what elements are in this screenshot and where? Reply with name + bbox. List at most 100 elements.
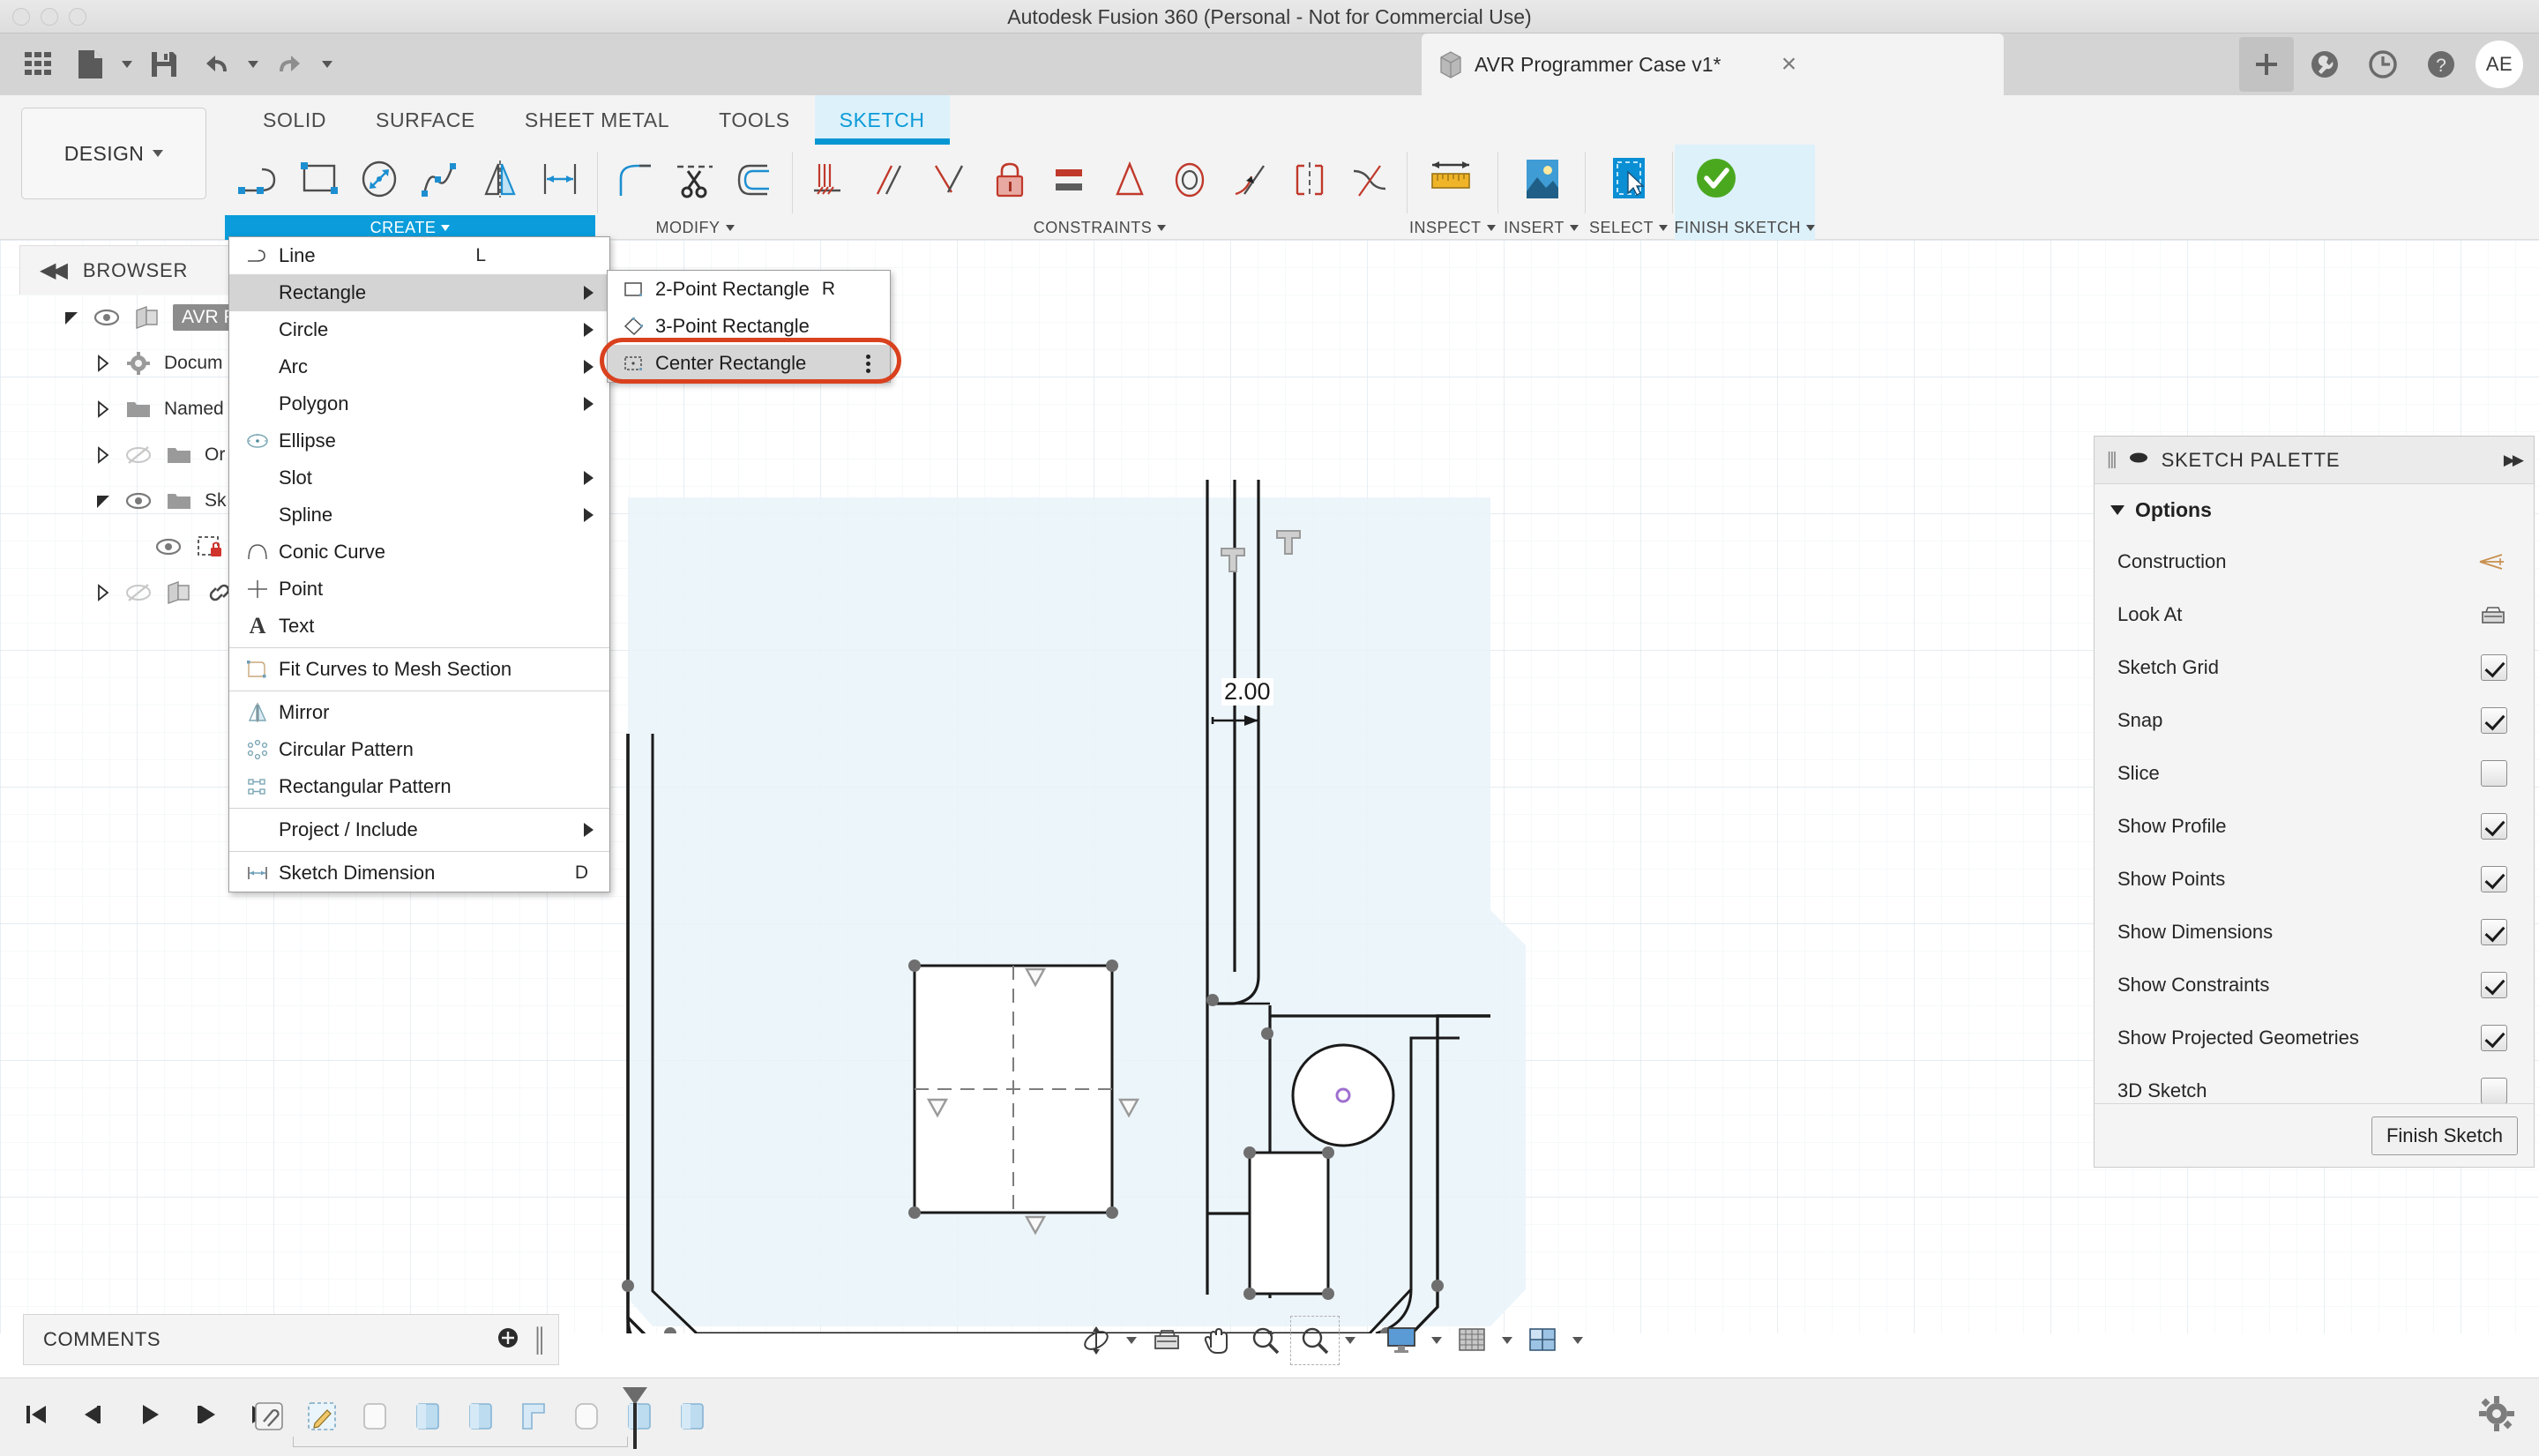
tab-tools[interactable]: TOOLS bbox=[694, 95, 815, 145]
fit-icon[interactable] bbox=[1290, 1316, 1340, 1365]
redo-icon[interactable] bbox=[266, 41, 314, 88]
sketch-dimension-icon[interactable] bbox=[532, 148, 588, 212]
horizontal-vertical-icon[interactable] bbox=[1101, 148, 1158, 212]
circle-icon[interactable] bbox=[352, 148, 408, 212]
menu-item-circle[interactable]: Circle bbox=[229, 311, 609, 348]
document-tab[interactable]: AVR Programmer Case v1* × bbox=[1422, 34, 2004, 95]
line-icon[interactable] bbox=[232, 148, 288, 212]
show-dimensions-checkbox[interactable] bbox=[2481, 919, 2507, 945]
menu-item-fit-curves-to-mesh-section[interactable]: Fit Curves to Mesh Section bbox=[229, 651, 609, 688]
insert-image-icon[interactable] bbox=[1507, 148, 1576, 212]
panel-select-title[interactable]: SELECT bbox=[1587, 215, 1670, 240]
fit-caret-icon[interactable] bbox=[1340, 1317, 1360, 1364]
menu-item-polygon[interactable]: Polygon bbox=[229, 385, 609, 422]
expand-panel-icon[interactable]: ▶▶ bbox=[2504, 452, 2524, 469]
attachment-feature-icon[interactable] bbox=[245, 1393, 293, 1440]
timeline-marker[interactable] bbox=[617, 1385, 653, 1455]
construction-line-icon[interactable] bbox=[2477, 550, 2507, 573]
option-row-show-projected-geometries[interactable]: Show Projected Geometries bbox=[2095, 1012, 2534, 1064]
expand-arrow-icon[interactable] bbox=[56, 309, 86, 326]
visibility-eye-off-icon[interactable] bbox=[118, 446, 159, 464]
fillet-icon[interactable] bbox=[607, 148, 663, 212]
menu-item-circular-pattern[interactable]: Circular Pattern bbox=[229, 731, 609, 768]
show-constraints-checkbox[interactable] bbox=[2481, 972, 2507, 998]
visibility-eye-icon[interactable] bbox=[86, 309, 127, 326]
expand-arrow-icon[interactable] bbox=[88, 492, 118, 510]
menu-item-slot[interactable]: Slot bbox=[229, 459, 609, 497]
menu-item-ellipse[interactable]: Ellipse bbox=[229, 422, 609, 459]
grid-snaps-icon[interactable] bbox=[1448, 1317, 1496, 1364]
collapse-left-icon[interactable]: ◀◀ bbox=[40, 258, 68, 283]
orbit-icon[interactable] bbox=[1072, 1317, 1120, 1364]
finish-sketch-button[interactable]: Finish Sketch bbox=[2371, 1116, 2518, 1155]
show-points-checkbox[interactable] bbox=[2481, 866, 2507, 892]
rectangle-submenu[interactable]: 2-Point Rectangle R 3-Point Rectangle Ce… bbox=[607, 270, 891, 383]
panel-insert-title[interactable]: INSERT bbox=[1500, 215, 1583, 240]
pan-hand-icon[interactable] bbox=[1192, 1317, 1240, 1364]
trim-scissors-icon[interactable] bbox=[667, 148, 723, 212]
tab-sheet-metal[interactable]: SHEET METAL bbox=[500, 95, 694, 145]
coincident-icon[interactable] bbox=[802, 148, 858, 212]
look-at-icon[interactable] bbox=[2479, 603, 2507, 626]
dimension-value-label[interactable]: 2.00 bbox=[1221, 678, 1273, 706]
display-settings-caret-icon[interactable] bbox=[1427, 1317, 1446, 1364]
app-grid-icon[interactable] bbox=[14, 41, 62, 88]
option-row-show-points[interactable]: Show Points bbox=[2095, 853, 2534, 906]
finish-sketch-check-icon[interactable] bbox=[1682, 148, 1751, 212]
menu-item-spline[interactable]: Spline bbox=[229, 497, 609, 534]
sketch-grid-checkbox[interactable] bbox=[2481, 654, 2507, 681]
offset-icon[interactable] bbox=[727, 148, 783, 212]
option-row-show-constraints[interactable]: Show Constraints bbox=[2095, 959, 2534, 1012]
spline-icon[interactable] bbox=[412, 148, 468, 212]
undo-caret-icon[interactable] bbox=[244, 41, 262, 88]
gear-icon[interactable] bbox=[2477, 1394, 2516, 1437]
panel-constraints-title[interactable]: CONSTRAINTS bbox=[795, 215, 1405, 240]
option-row-snap[interactable]: Snap bbox=[2095, 694, 2534, 747]
tab-sketch[interactable]: SKETCH bbox=[814, 95, 950, 145]
tangent-icon[interactable] bbox=[1221, 148, 1278, 212]
menu-item-line[interactable]: Line L bbox=[229, 237, 609, 274]
redo-caret-icon[interactable] bbox=[318, 41, 336, 88]
menu-item-arc[interactable]: Arc bbox=[229, 348, 609, 385]
grid-snaps-caret-icon[interactable] bbox=[1497, 1317, 1517, 1364]
step-back-icon[interactable] bbox=[69, 1391, 116, 1438]
3d-sketch-checkbox[interactable] bbox=[2481, 1078, 2507, 1104]
fillet-feature-icon[interactable] bbox=[563, 1393, 610, 1440]
option-row-show-dimensions[interactable]: Show Dimensions bbox=[2095, 906, 2534, 959]
rectangle-icon[interactable] bbox=[292, 148, 348, 212]
fix-lock-icon[interactable] bbox=[982, 148, 1038, 212]
chevron-right-icon[interactable] bbox=[88, 355, 118, 372]
curvature-icon[interactable] bbox=[1341, 148, 1398, 212]
menu-item-conic-curve[interactable]: Conic Curve bbox=[229, 534, 609, 571]
chevron-right-icon[interactable] bbox=[88, 446, 118, 464]
zoom-icon[interactable] bbox=[1242, 1317, 1289, 1364]
panel-finish-sketch-title[interactable]: FINISH SKETCH bbox=[1675, 215, 1816, 240]
help-icon[interactable]: ? bbox=[2414, 37, 2468, 92]
extrude-feature-icon[interactable] bbox=[668, 1393, 716, 1440]
extrude-feature-icon[interactable] bbox=[351, 1393, 399, 1440]
close-document-icon[interactable]: × bbox=[1771, 49, 1808, 79]
new-file-icon[interactable] bbox=[66, 41, 114, 88]
extrude-feature-icon[interactable] bbox=[404, 1393, 452, 1440]
add-comment-icon[interactable] bbox=[497, 1326, 519, 1354]
collinear-icon[interactable] bbox=[862, 148, 918, 212]
slice-checkbox[interactable] bbox=[2481, 760, 2507, 787]
job-status-icon[interactable] bbox=[2356, 37, 2410, 92]
menu-item-sketch-dimension[interactable]: Sketch Dimension D bbox=[229, 855, 609, 892]
menu-item-mirror[interactable]: Mirror bbox=[229, 694, 609, 731]
menu-item-rectangle[interactable]: Rectangle bbox=[229, 274, 609, 311]
visibility-eye-icon[interactable] bbox=[148, 538, 189, 556]
visibility-eye-icon[interactable] bbox=[118, 492, 159, 510]
submenu-overflow-icon[interactable] bbox=[866, 354, 870, 373]
snap-checkbox[interactable] bbox=[2481, 707, 2507, 734]
avatar[interactable]: AE bbox=[2472, 37, 2527, 92]
concentric-icon[interactable] bbox=[1161, 148, 1218, 212]
extensions-icon[interactable] bbox=[2297, 37, 2352, 92]
symmetry-icon[interactable] bbox=[1281, 148, 1338, 212]
measure-icon[interactable] bbox=[1416, 148, 1485, 212]
menu-item-project-include[interactable]: Project / Include bbox=[229, 811, 609, 848]
option-row-sketch-grid[interactable]: Sketch Grid bbox=[2095, 641, 2534, 694]
submenu-item-3-point-rectangle[interactable]: 3-Point Rectangle bbox=[608, 308, 890, 345]
menu-item-point[interactable]: Point bbox=[229, 571, 609, 608]
orbit-caret-icon[interactable] bbox=[1122, 1317, 1141, 1364]
